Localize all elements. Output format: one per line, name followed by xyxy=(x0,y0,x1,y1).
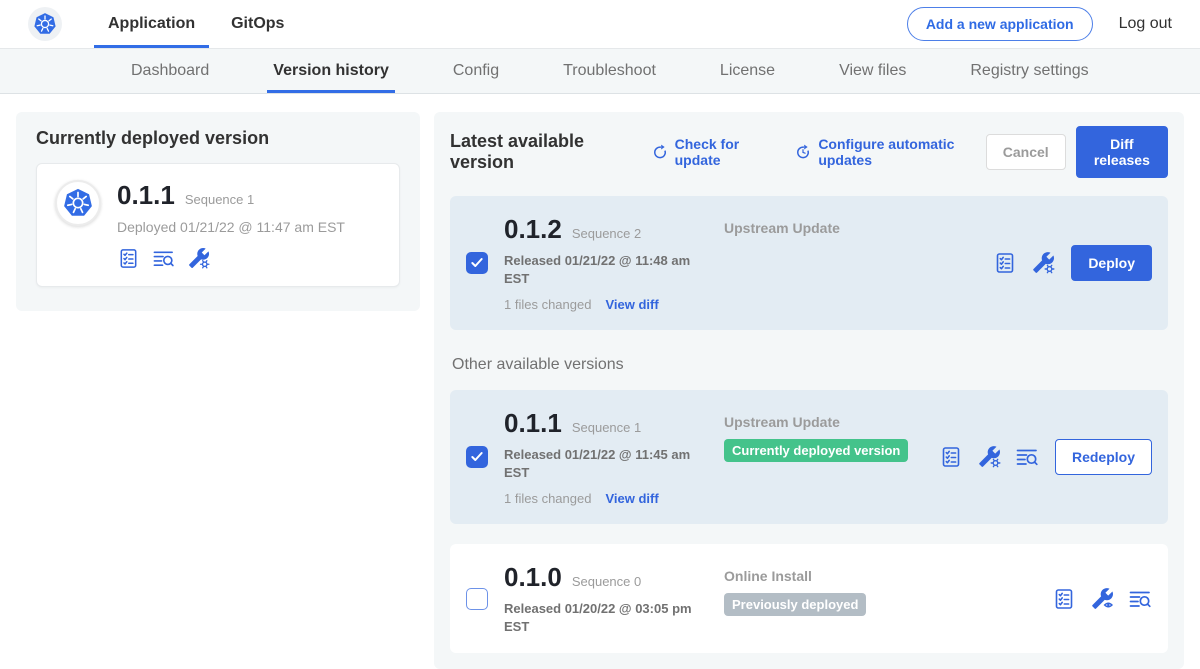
version-source-label: Upstream Update xyxy=(724,414,925,430)
preflight-checks-icon[interactable] xyxy=(939,445,963,469)
refresh-icon xyxy=(651,143,669,161)
diff-releases-button[interactable]: Diff releases xyxy=(1076,126,1168,178)
view-config-icon[interactable] xyxy=(1090,587,1114,611)
subnav-tab-dashboard[interactable]: Dashboard xyxy=(125,49,215,93)
top-navbar: Application GitOps Add a new application… xyxy=(0,0,1200,49)
other-available-versions-title: Other available versions xyxy=(452,356,1168,374)
sequence-label: Sequence 2 xyxy=(572,226,641,241)
version-row-0-1-2: 0.1.2 Sequence 2 Released 01/21/22 @ 11:… xyxy=(450,196,1168,330)
released-timestamp: Released 01/20/22 @ 03:05 pm EST xyxy=(504,600,694,635)
currently-deployed-badge: Currently deployed version xyxy=(724,439,908,462)
deployed-version-card: 0.1.1 Sequence 1 Deployed 01/21/22 @ 11:… xyxy=(36,163,400,287)
tab-application[interactable]: Application xyxy=(94,0,209,48)
version-source-label: Online Install xyxy=(724,568,1038,584)
version-number: 0.1.2 xyxy=(504,214,562,245)
edit-config-icon[interactable] xyxy=(1031,251,1055,275)
deployed-sequence-label: Sequence 1 xyxy=(185,192,254,207)
view-diff-link[interactable]: View diff xyxy=(605,491,658,506)
released-timestamp: Released 01/21/22 @ 11:48 am EST xyxy=(504,252,694,287)
preflight-checks-icon[interactable] xyxy=(117,247,140,270)
app-nav-tabs: Application GitOps xyxy=(94,0,306,48)
deployed-timestamp: Deployed 01/21/22 @ 11:47 am EST xyxy=(117,219,345,235)
preflight-checks-icon[interactable] xyxy=(1052,587,1076,611)
available-panel-title: Latest available version xyxy=(450,131,629,173)
preflight-checks-icon[interactable] xyxy=(993,251,1017,275)
logout-link[interactable]: Log out xyxy=(1119,15,1172,33)
deploy-logs-icon[interactable] xyxy=(1015,445,1039,469)
redeploy-button[interactable]: Redeploy xyxy=(1055,439,1152,475)
subnav-tab-version-history[interactable]: Version history xyxy=(267,49,395,93)
version-checkbox[interactable] xyxy=(466,446,488,468)
app-icon xyxy=(55,180,101,226)
configure-automatic-updates-link[interactable]: Configure automatic updates xyxy=(794,136,985,168)
version-row-0-1-0: 0.1.0 Sequence 0 Released 01/20/22 @ 03:… xyxy=(450,544,1168,653)
version-row-0-1-1: 0.1.1 Sequence 1 Released 01/21/22 @ 11:… xyxy=(450,390,1168,524)
check-for-update-link[interactable]: Check for update xyxy=(651,136,773,168)
edit-config-icon[interactable] xyxy=(187,247,210,270)
files-changed-label: 1 files changed xyxy=(504,297,591,312)
deploy-logs-icon[interactable] xyxy=(152,247,175,270)
schedule-refresh-icon xyxy=(794,143,812,161)
released-timestamp: Released 01/21/22 @ 11:45 am EST xyxy=(504,446,694,481)
configure-automatic-updates-label: Configure automatic updates xyxy=(818,136,985,168)
version-checkbox[interactable] xyxy=(466,252,488,274)
cancel-button[interactable]: Cancel xyxy=(986,134,1066,170)
deploy-logs-icon[interactable] xyxy=(1128,587,1152,611)
deployed-panel-title: Currently deployed version xyxy=(36,128,400,149)
tab-gitops[interactable]: GitOps xyxy=(217,0,298,48)
subnav-tab-license[interactable]: License xyxy=(714,49,781,93)
deployed-version-number: 0.1.1 xyxy=(117,180,175,211)
version-checkbox[interactable] xyxy=(466,588,488,610)
app-subnav: Dashboard Version history Config Trouble… xyxy=(0,49,1200,94)
add-new-application-button[interactable]: Add a new application xyxy=(907,7,1093,41)
version-source-label: Upstream Update xyxy=(724,220,979,236)
version-number: 0.1.0 xyxy=(504,562,562,593)
edit-config-icon[interactable] xyxy=(977,445,1001,469)
subnav-tab-registry-settings[interactable]: Registry settings xyxy=(964,49,1094,93)
view-diff-link[interactable]: View diff xyxy=(605,297,658,312)
available-versions-panel: Latest available version Check for updat… xyxy=(434,112,1184,669)
currently-deployed-panel: Currently deployed version 0.1.1 Sequenc… xyxy=(16,112,420,311)
deploy-button[interactable]: Deploy xyxy=(1071,245,1152,281)
version-number: 0.1.1 xyxy=(504,408,562,439)
sequence-label: Sequence 0 xyxy=(572,574,641,589)
subnav-tab-troubleshoot[interactable]: Troubleshoot xyxy=(557,49,662,93)
subnav-tab-config[interactable]: Config xyxy=(447,49,505,93)
sequence-label: Sequence 1 xyxy=(572,420,641,435)
kubernetes-logo-icon xyxy=(28,7,62,41)
check-for-update-label: Check for update xyxy=(675,136,773,168)
subnav-tab-view-files[interactable]: View files xyxy=(833,49,912,93)
files-changed-label: 1 files changed xyxy=(504,491,591,506)
previously-deployed-badge: Previously deployed xyxy=(724,593,866,616)
